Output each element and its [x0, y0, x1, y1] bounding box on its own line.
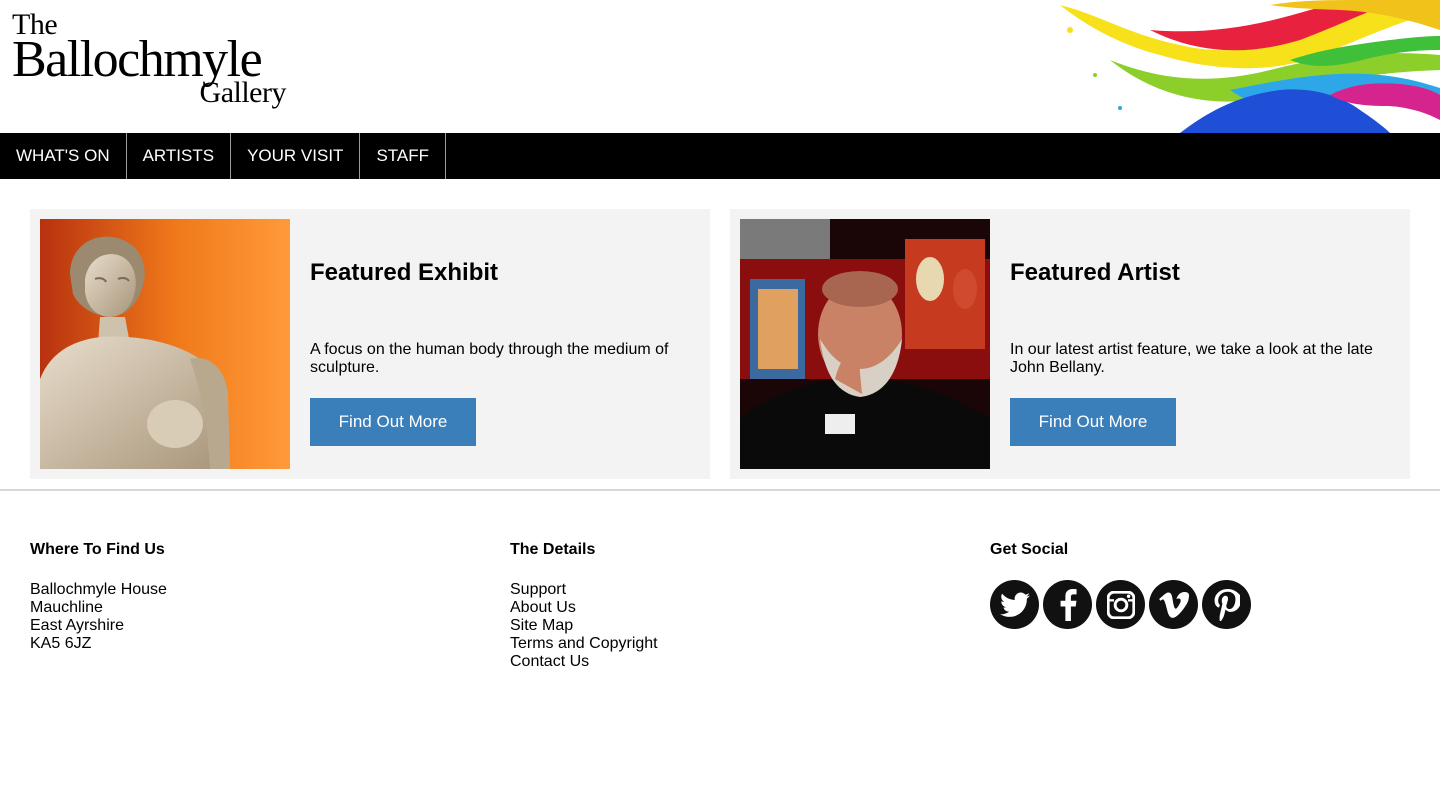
main-nav: WHAT'S ON ARTISTS YOUR VISIT STAFF [0, 133, 1440, 179]
featured-artist-card: Featured Artist In our latest artist fea… [730, 209, 1410, 479]
address-line: East Ayrshire [30, 617, 124, 634]
footer-link-support[interactable]: Support [510, 581, 658, 599]
footer-link-contact-us[interactable]: Contact Us [510, 653, 658, 671]
footer-social: Get Social [990, 541, 1251, 629]
footer-location: Where To Find Us Ballochmyle House Mauch… [30, 541, 167, 653]
card-description: A focus on the human body through the me… [310, 341, 669, 376]
footer-link-site-map[interactable]: Site Map [510, 617, 658, 635]
footer-link-terms[interactable]: Terms and Copyright [510, 635, 658, 653]
footer-link-about-us[interactable]: About Us [510, 599, 658, 617]
footer-heading: Get Social [990, 541, 1069, 558]
card-title: Featured Artist [1010, 259, 1180, 286]
card-title: Featured Exhibit [310, 259, 499, 286]
footer-heading: The Details [510, 541, 596, 558]
nav-artists[interactable]: ARTISTS [127, 133, 232, 179]
nav-staff[interactable]: STAFF [360, 133, 447, 179]
vimeo-icon[interactable] [1149, 580, 1198, 629]
sculpture-image[interactable] [40, 219, 290, 469]
find-out-more-button[interactable]: Find Out More [310, 398, 476, 446]
nav-whats-on[interactable]: WHAT'S ON [0, 133, 127, 179]
nav-your-visit[interactable]: YOUR VISIT [231, 133, 361, 179]
featured-exhibit-card: Featured Exhibit A focus on the human bo… [30, 209, 710, 479]
site-header: The Ballochmyle Gallery [0, 0, 1440, 133]
twitter-icon[interactable] [990, 580, 1039, 629]
address-line: Ballochmyle House [30, 581, 167, 598]
footer-details: The Details Support About Us Site Map Te… [510, 541, 658, 671]
footer-divider [0, 489, 1440, 491]
pinterest-icon[interactable] [1202, 580, 1251, 629]
facebook-icon[interactable] [1043, 580, 1092, 629]
find-out-more-button[interactable]: Find Out More [1010, 398, 1176, 446]
address-line: Mauchline [30, 599, 103, 616]
site-logo[interactable]: The Ballochmyle Gallery [12, 10, 292, 108]
card-description: In our latest artist feature, we take a … [1010, 341, 1373, 376]
footer-heading: Where To Find Us [30, 541, 165, 558]
artist-portrait-image[interactable] [740, 219, 990, 469]
paint-splash-banner [1060, 0, 1440, 133]
address-line: KA5 6JZ [30, 635, 92, 652]
instagram-icon[interactable] [1096, 580, 1145, 629]
social-links [990, 580, 1251, 629]
